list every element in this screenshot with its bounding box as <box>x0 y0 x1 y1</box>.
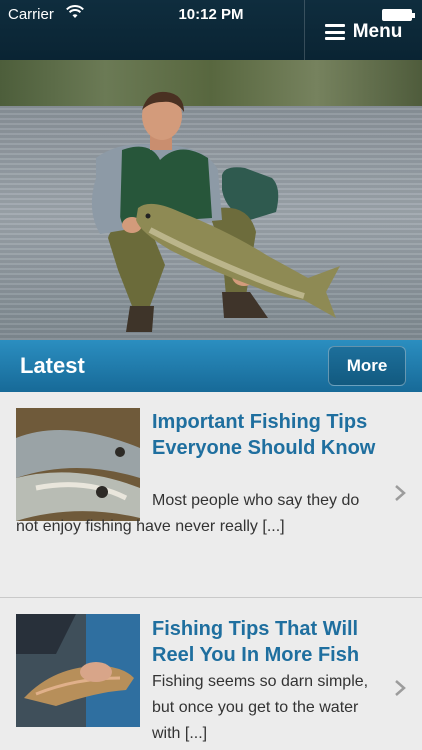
article-title[interactable]: Important Fishing Tips Everyone Should K… <box>152 409 380 461</box>
chevron-right-icon <box>395 485 406 501</box>
article-list-item[interactable]: Fishing Tips That Will Reel You In More … <box>0 599 422 750</box>
article-snippet: Most people who say they do not enjoy fi… <box>16 492 360 535</box>
hamburger-icon <box>324 24 345 40</box>
top-navigation-bar: Carrier 10:12 PM Menu <box>0 0 422 60</box>
hero-image[interactable] <box>0 60 422 340</box>
more-button[interactable]: More <box>328 346 406 386</box>
section-title: Latest <box>20 353 85 378</box>
chevron-right-icon <box>395 680 406 696</box>
latest-section-header: Latest More <box>0 340 422 392</box>
article-snippet: Fishing seems so darn simple, but once y… <box>152 673 369 742</box>
article-list-item[interactable]: Important Fishing Tips Everyone Should K… <box>0 392 422 598</box>
fisherman-with-salmon-illustration <box>91 91 340 332</box>
article-title[interactable]: Fishing Tips That Will Reel You In More … <box>152 616 380 668</box>
menu-button[interactable]: Menu <box>304 0 422 60</box>
menu-label: Menu <box>352 21 403 42</box>
